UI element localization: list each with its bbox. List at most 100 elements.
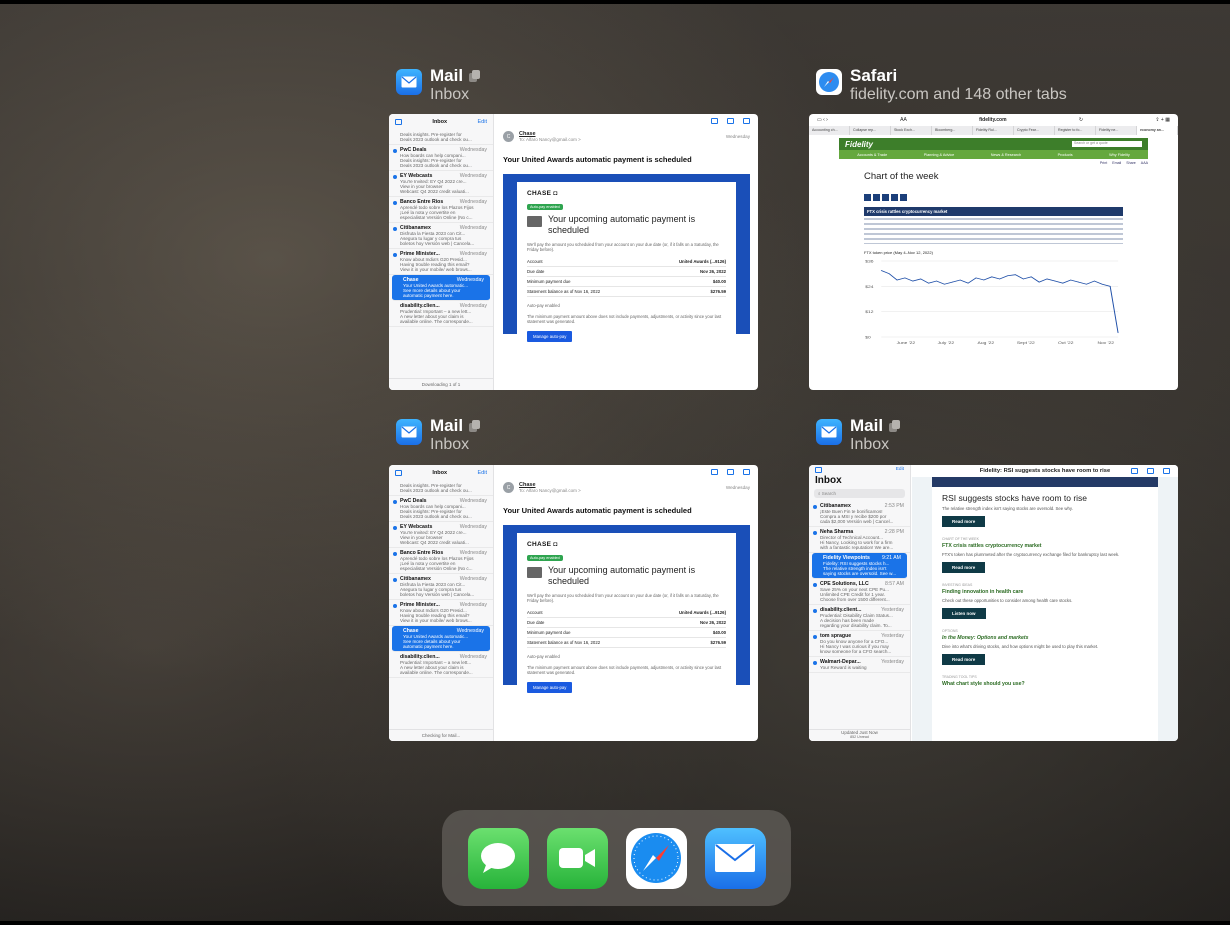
facebook-icon[interactable] — [873, 194, 880, 201]
mail-window-thumbnail[interactable]: Edit Inbox ⌕ Search Citibanamex 2:53 PM ¡… — [809, 465, 1178, 741]
section-title[interactable]: What chart style should you use? — [942, 681, 1148, 687]
email-link[interactable]: Email — [1112, 161, 1121, 165]
mail-window-thumbnail[interactable]: Inbox Edit Deals insights. Pre-register … — [389, 465, 758, 741]
data-point — [1070, 279, 1072, 281]
unread-dot — [393, 175, 397, 179]
list-item[interactable]: Deals insights. Pre-register for Deals 2… — [389, 481, 493, 496]
compose-icon[interactable] — [1163, 468, 1170, 474]
list-item-selected[interactable]: Chase Wednesday Your United Awards automa… — [392, 275, 490, 301]
site-search-input[interactable]: Search or get a quote — [1072, 141, 1142, 147]
list-item[interactable]: tom sprague Yesterday Do you know anyone … — [809, 631, 910, 657]
mail-card-header[interactable]: Mail Inbox — [396, 66, 481, 104]
list-item[interactable]: Walmart-Depar... Yesterday Your Reward is… — [809, 657, 910, 673]
list-item[interactable]: PwC Deals Wednesday How boards can help c… — [389, 496, 493, 522]
reader-button[interactable]: AA — [900, 117, 907, 123]
row-value: $276.59 — [710, 639, 726, 645]
data-point — [1101, 283, 1103, 285]
list-item[interactable]: Banco Entre Rios Wednesday Aprendé todo s… — [389, 548, 493, 574]
facetime-app-icon[interactable] — [546, 827, 608, 889]
read-more-button[interactable]: Read more — [942, 516, 986, 527]
flag-icon[interactable] — [711, 118, 718, 124]
compose-icon[interactable] — [743, 469, 750, 475]
safari-app-icon[interactable] — [625, 827, 687, 889]
safari-card-header[interactable]: Safari fidelity.com and 148 other tabs — [816, 66, 1067, 104]
twitter-icon[interactable] — [882, 194, 889, 201]
nav-item[interactable]: Planning & Advice — [924, 153, 955, 157]
share-link[interactable]: Share — [1126, 161, 1136, 165]
unread-dot — [393, 149, 397, 153]
reload-icon[interactable]: ↻ — [1079, 117, 1083, 123]
mail-list-pane: Edit Inbox ⌕ Search Citibanamex 2:53 PM ¡… — [809, 465, 911, 741]
tab[interactable]: Bloomberg... — [932, 126, 973, 135]
tab[interactable]: Fidelity ne... — [1096, 126, 1137, 135]
list-item[interactable]: EY Webcasts Wednesday You're Invited: EY … — [389, 522, 493, 548]
list-item[interactable]: disability.clien... Wednesday Prudential:… — [389, 301, 493, 327]
edit-button[interactable]: Edit — [478, 470, 487, 476]
list-item[interactable]: Citibanamex Wednesday Disfruta la Fiesta … — [389, 574, 493, 600]
manage-autopay-button[interactable]: Manage auto-pay — [527, 330, 573, 342]
tab[interactable]: Crypto Fear... — [1014, 126, 1055, 135]
folder-icon[interactable] — [727, 469, 734, 475]
edit-button[interactable]: Edit — [896, 467, 904, 473]
list-item[interactable]: CPE Solutions, LLC 8:57 AM Save 25% on yo… — [809, 579, 910, 605]
section-title[interactable]: Finding innovation in health care — [942, 589, 1148, 595]
nav-item[interactable]: Accounts & Trade — [857, 153, 887, 157]
edit-button[interactable]: Edit — [478, 119, 487, 125]
address-bar[interactable]: fidelity.com — [979, 117, 1006, 123]
tab[interactable]: Accounting ch... — [809, 126, 850, 135]
print-link[interactable]: Print — [1100, 161, 1107, 165]
nav-item[interactable]: News & Research — [991, 153, 1021, 157]
mail-window-thumbnail[interactable]: Inbox Edit Deals insights. Pre-register … — [389, 114, 758, 390]
list-item[interactable]: Citibanamex 2:53 PM ¡Este Buen Fin te bon… — [809, 501, 910, 527]
data-point — [983, 279, 985, 281]
compose-icon[interactable] — [743, 118, 750, 124]
tab[interactable]: Fidelity Rul... — [973, 126, 1014, 135]
listen-now-button[interactable]: Listen now — [942, 608, 986, 619]
fidelity-logo[interactable]: Fidelity — [845, 140, 873, 149]
safari-window-thumbnail[interactable]: ▭ ‹ › AA fidelity.com ↻ ⇪ + ▦ Accounting… — [809, 114, 1178, 390]
section-title[interactable]: In the Money: Options and markets — [942, 635, 1148, 641]
list-item[interactable]: EY Webcasts Wednesday You're Invited: EY … — [389, 171, 493, 197]
list-item[interactable]: Prime Minister... Wednesday Know about In… — [389, 600, 493, 626]
preview-line: Webcast: Q4 2022 credit valuati... — [400, 540, 469, 545]
email-icon[interactable] — [864, 194, 871, 201]
sidebar-icon[interactable] — [815, 467, 822, 473]
list-item-selected[interactable]: Chase Wednesday Your United Awards automa… — [392, 626, 490, 652]
sidebar-icon[interactable]: ▭ ‹ › — [817, 117, 828, 123]
list-item[interactable]: disability.clien... Wednesday Prudential:… — [389, 652, 493, 678]
search-input[interactable]: ⌕ Search — [814, 489, 905, 498]
list-item[interactable]: Neha Sharma 2:28 PM Director of Technical… — [809, 527, 910, 553]
preview-line: Deals 2023 outlook and check ou... — [400, 488, 472, 493]
text-size-link[interactable]: AAA — [1141, 161, 1148, 165]
read-more-button[interactable]: Read more — [942, 654, 986, 665]
list-item[interactable]: Prime Minister... Wednesday Know about In… — [389, 249, 493, 275]
mail-app-icon[interactable] — [704, 827, 766, 889]
messages-app-icon[interactable] — [467, 827, 529, 889]
row-label: Due date — [527, 268, 545, 274]
tab-active[interactable]: economy an... — [1137, 126, 1178, 135]
tab[interactable]: Stock Exch... — [891, 126, 932, 135]
list-item[interactable]: Deals insights. Pre-register for Deals 2… — [389, 130, 493, 145]
tab-actions-icon[interactable]: ⇪ + ▦ — [1155, 117, 1170, 123]
tab[interactable]: Collapse rep... — [850, 126, 891, 135]
nav-item[interactable]: Products — [1058, 153, 1073, 157]
manage-autopay-button[interactable]: Manage auto-pay — [527, 681, 573, 693]
y-tick-label: $0 — [865, 335, 871, 339]
flag-icon[interactable] — [1131, 468, 1138, 474]
list-item[interactable]: Banco Entre Rios Wednesday Aprendé todo s… — [389, 197, 493, 223]
mail-card-header[interactable]: Mail Inbox — [816, 416, 901, 454]
list-item-selected[interactable]: Fidelity Viewpoints 9:21 AM Fidelity: RSI… — [812, 553, 907, 579]
mail-card-header[interactable]: Mail Inbox — [396, 416, 481, 454]
list-item[interactable]: PwC Deals Wednesday How boards can help c… — [389, 145, 493, 171]
section-title[interactable]: FTX crisis rattles cryptocurrency market — [942, 543, 1148, 549]
linkedin-icon[interactable] — [891, 194, 898, 201]
read-more-button[interactable]: Read more — [942, 562, 986, 573]
folder-icon[interactable] — [727, 118, 734, 124]
tab[interactable]: Register to fo... — [1055, 126, 1096, 135]
list-item[interactable]: disability.client... Yesterday Prudential… — [809, 605, 910, 631]
link-icon[interactable] — [900, 194, 907, 201]
list-item[interactable]: Citibanamex Wednesday Disfruta la Fiesta … — [389, 223, 493, 249]
folder-icon[interactable] — [1147, 468, 1154, 474]
flag-icon[interactable] — [711, 469, 718, 475]
nav-item[interactable]: Why Fidelity — [1109, 153, 1130, 157]
